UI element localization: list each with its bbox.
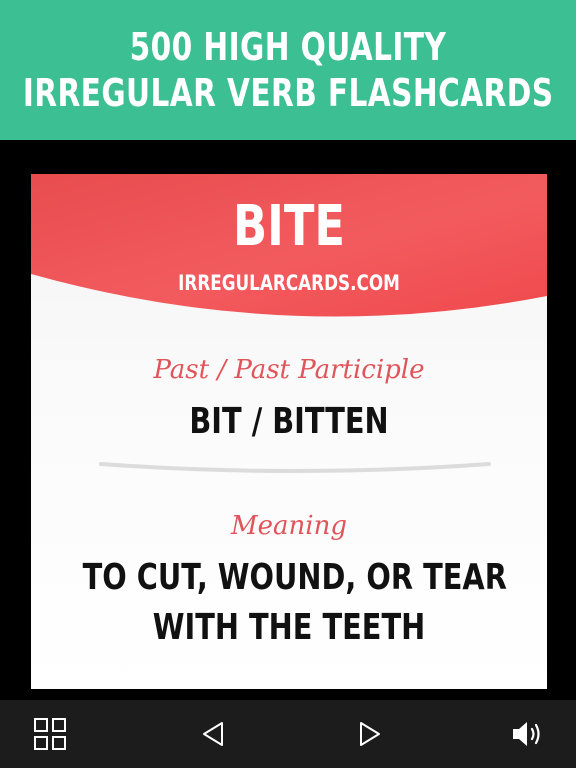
previous-button[interactable]	[193, 714, 233, 754]
speaker-icon	[513, 722, 540, 746]
verb-title: BITE	[233, 194, 345, 259]
banner-title-line-1: 500 HIGH QUALITY	[129, 25, 447, 69]
past-participle-label: Past / Past Participle	[153, 355, 425, 385]
grid-button[interactable]	[30, 714, 70, 754]
past-forms: BIT / BITTEN	[189, 401, 389, 442]
meaning-label: Meaning	[231, 511, 347, 541]
meaning-line-2: WITH THE TEETH	[152, 607, 426, 648]
bottom-toolbar	[0, 700, 576, 768]
site-url: IRREGULARCARDS.COM	[178, 271, 400, 295]
meaning-line-1: TO CUT, WOUND, OR TEAR	[82, 557, 507, 598]
next-arrow-icon	[360, 722, 380, 746]
divider	[99, 462, 491, 473]
grid-icon	[34, 718, 66, 750]
promo-banner: 500 HIGH QUALITY IRREGULAR VERB FLASHCAR…	[0, 0, 576, 140]
flashcard[interactable]: BITE IRREGULARCARDS.COM Past / Past Part…	[31, 174, 547, 689]
card-stage: BITE IRREGULARCARDS.COM Past / Past Part…	[0, 140, 576, 700]
sound-button[interactable]	[508, 714, 548, 754]
next-button[interactable]	[350, 714, 390, 754]
banner-title-line-2: IRREGULAR VERB FLASHCARDS	[22, 71, 554, 115]
previous-arrow-icon	[203, 722, 223, 746]
